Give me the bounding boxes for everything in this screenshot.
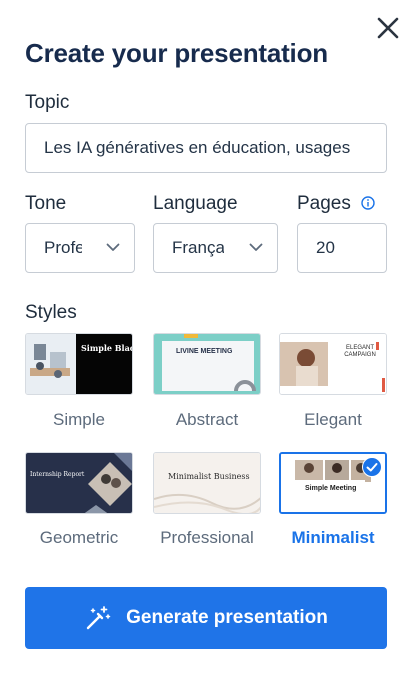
topic-value: Les IA génératives en éducation, usages [44, 138, 351, 157]
style-label-minimalist[interactable]: Minimalist [269, 528, 397, 548]
professional-thumbnail [154, 453, 260, 513]
minimalist-thumbnail-text: Simple Meeting [305, 485, 357, 492]
topic-input[interactable]: Les IA génératives en éducation, usages [25, 123, 387, 173]
style-card-elegant[interactable]: ELEGANT CAMPAIGN [279, 333, 387, 395]
topic-label: Topic [25, 92, 70, 113]
language-label: Language [153, 193, 238, 214]
style-label-abstract[interactable]: Abstract [143, 410, 271, 430]
abstract-thumbnail-text: LIVINE MEETING [176, 348, 233, 355]
magic-wand-icon [86, 606, 111, 630]
chevron-down-icon [106, 243, 120, 251]
abstract-thumbnail [154, 334, 260, 394]
simple-thumbnail-text: Simple Black [81, 343, 132, 353]
style-card-simple[interactable]: Simple Black [25, 333, 133, 395]
elegant-thumbnail [280, 334, 386, 394]
elegant-thumbnail-text: ELEGANT CAMPAIGN [344, 345, 376, 358]
style-card-professional[interactable]: Minimalist Business [153, 452, 261, 514]
language-select[interactable]: Français [153, 223, 278, 273]
chevron-down-icon [249, 243, 263, 251]
generate-presentation-button[interactable]: Generate presentation [25, 587, 387, 649]
style-label-professional[interactable]: Professional [143, 528, 271, 548]
selected-check-icon [362, 457, 382, 477]
info-icon[interactable] [361, 196, 375, 210]
generate-button-label: Generate presentation [126, 607, 328, 628]
style-card-minimalist[interactable]: Simple Meeting [279, 452, 387, 514]
close-icon[interactable] [374, 14, 402, 42]
geometric-thumbnail [26, 453, 132, 513]
styles-label: Styles [25, 302, 77, 323]
style-label-geometric[interactable]: Geometric [15, 528, 143, 548]
pages-value: 20 [316, 238, 335, 257]
professional-thumbnail-text: Minimalist Business [168, 472, 250, 481]
tone-value: Professionnel [44, 238, 82, 257]
style-label-simple[interactable]: Simple [15, 410, 143, 430]
language-value: Français [172, 238, 224, 257]
tone-label: Tone [25, 193, 67, 214]
pages-input[interactable]: 20 [297, 223, 387, 273]
tone-select[interactable]: Professionnel [25, 223, 135, 273]
pages-label: Pages [297, 193, 351, 214]
geometric-thumbnail-text: Internship Report [30, 471, 85, 478]
style-card-geometric[interactable]: Internship Report [25, 452, 133, 514]
style-card-abstract[interactable]: LIVINE MEETING [153, 333, 261, 395]
dialog-title: Create your presentation [25, 38, 328, 68]
style-label-elegant[interactable]: Elegant [269, 410, 397, 430]
